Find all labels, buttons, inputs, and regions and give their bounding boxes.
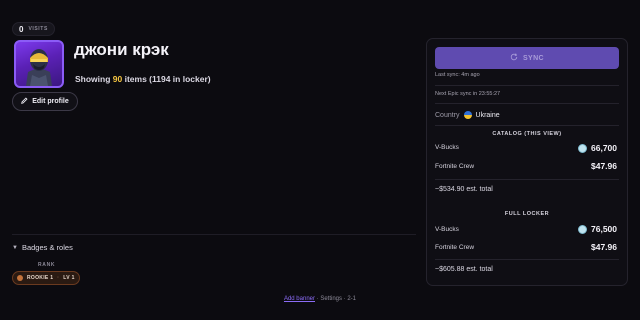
edit-profile-button[interactable]: Edit profile [12,92,78,111]
catalog-vbucks-label: V-Bucks [435,144,459,151]
vbucks-icon [578,224,587,234]
panel-divider [435,125,619,126]
catalog-total: ~$534.90 est. total [435,186,493,193]
rank-name: ROOKIE 1 [27,275,54,281]
vbucks-icon [578,143,587,153]
locker-vbucks-label: V-Bucks [435,226,459,233]
refresh-icon [510,53,518,63]
footer-text: · Settings · 2-1 [315,296,357,302]
locker-vbucks-value: 76,500 [578,224,617,234]
catalog-vbucks-amount: 66,700 [591,143,617,153]
edit-profile-label: Edit profile [32,98,69,105]
value-panel: SYNC Last sync: 4m ago Next Epic sync in… [426,38,628,286]
sync-button[interactable]: SYNC [435,47,619,69]
visits-count: 0 [19,24,24,34]
rank-badge: ROOKIE 1 · LV 1 [12,271,80,285]
footer: Add banner · Settings · 2-1 [0,296,640,302]
visits-label: VISITS [28,26,48,32]
locker-crew-value: $47.96 [591,242,617,252]
badges-toggle[interactable]: ▼ Badges & roles [12,243,73,252]
panel-divider [435,85,619,86]
locker-total: ~$605.88 est. total [435,266,493,273]
last-sync: Last sync: 4m ago [435,72,480,78]
badges-heading: Badges & roles [21,243,73,252]
sync-label: SYNC [522,54,545,62]
locker-crew-label: Fortnite Crew [435,244,475,251]
country-row: Country Ukraine [435,111,500,119]
next-sync: Next Epic sync in 23:55:27 [435,91,501,97]
items-count: 90 [112,74,123,84]
catalog-crew-value: $47.96 [591,161,617,171]
ukraine-flag-icon [463,111,472,119]
catalog-crew-label: Fortnite Crew [435,163,475,170]
items-summary: Showing 90 items (1194 in locker) [75,74,211,84]
section-divider [12,234,416,235]
locker-title: FULL LOCKER [504,211,550,217]
locker-vbucks-amount: 76,500 [591,224,617,234]
rank-label: RANK [38,262,56,268]
catalog-vbucks-value: 66,700 [578,143,617,153]
visits-badge: 0 VISITS [12,22,55,36]
panel-divider [435,259,619,260]
triangle-down-icon: ▼ [12,244,18,251]
rank-level: LV 1 [63,275,75,281]
panel-divider [435,179,619,180]
rank-separator: · [57,275,60,281]
catalog-title: CATALOG (THIS VIEW) [492,131,562,137]
country-value: Ukraine [475,111,500,119]
panel-divider [435,103,619,104]
items-suffix: items (1194 in locker) [122,74,211,84]
country-label: Country [435,111,460,119]
add-banner-link[interactable]: Add banner [284,296,315,302]
rank-icon [17,275,23,281]
username: джони крэк [74,40,169,59]
items-prefix: Showing [75,74,113,84]
avatar [14,40,64,88]
pencil-icon [21,97,28,106]
